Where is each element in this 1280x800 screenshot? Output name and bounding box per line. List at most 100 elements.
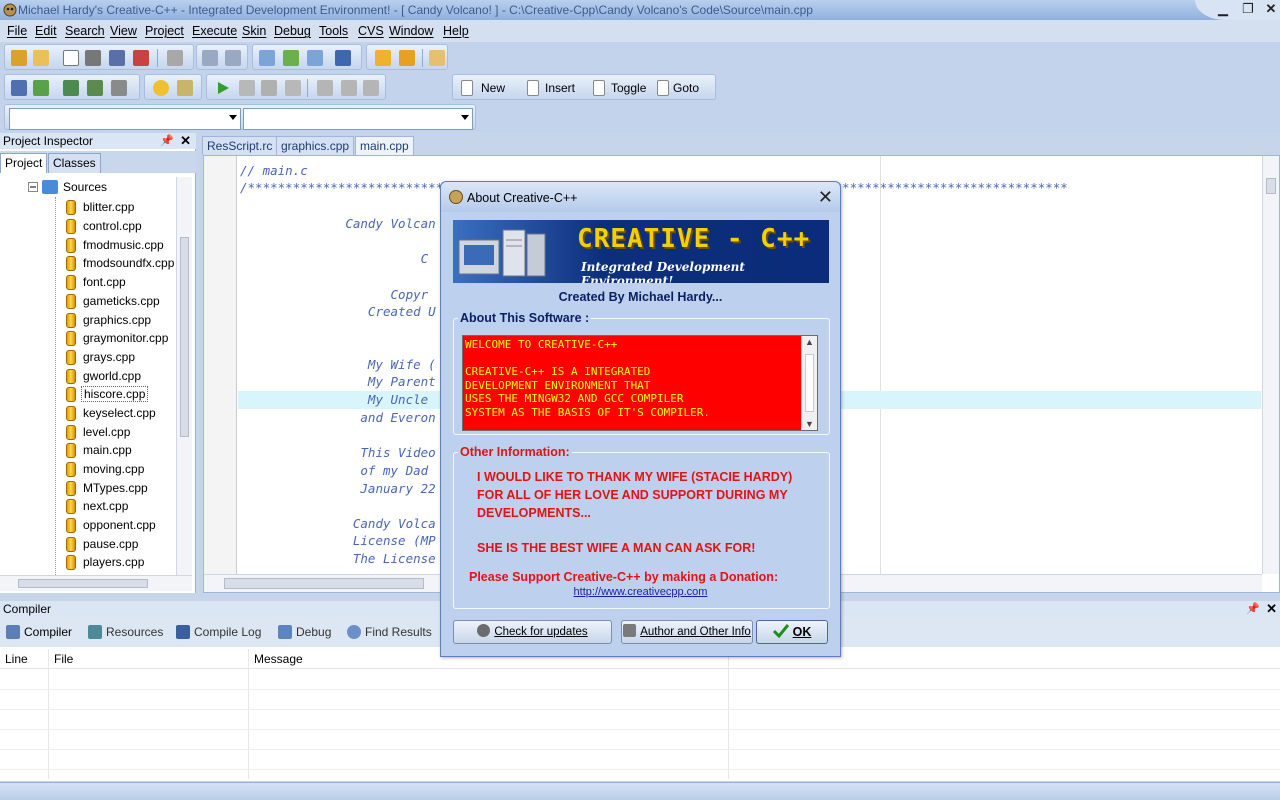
tree-item[interactable]: players.cpp (83, 555, 144, 569)
tree-root-sources[interactable]: Sources (63, 180, 107, 194)
save-icon[interactable] (85, 50, 101, 66)
scroll-thumb[interactable] (224, 578, 424, 589)
tab-project[interactable]: Project (0, 153, 48, 173)
menu-debug[interactable]: Debug (274, 24, 311, 38)
pause-icon[interactable] (239, 80, 255, 96)
tree-item[interactable]: opponent.cpp (83, 518, 156, 532)
goto-line-icon[interactable] (335, 50, 351, 66)
scroll-thumb[interactable] (805, 354, 814, 412)
tree-item[interactable]: level.cpp (83, 425, 130, 439)
tree-item[interactable]: blitter.cpp (83, 200, 134, 214)
close-icon[interactable]: ✕ (818, 187, 833, 208)
indent-icon[interactable] (317, 80, 333, 96)
about-textbox[interactable]: WELCOME TO CREATIVE-C++ CREATIVE-C++ IS … (462, 335, 818, 431)
scroll-thumb[interactable] (18, 579, 148, 588)
run-icon[interactable] (33, 80, 49, 96)
new-file-icon[interactable] (63, 50, 79, 66)
compile-run-icon[interactable] (63, 80, 79, 96)
clean-icon[interactable] (111, 80, 127, 96)
collapse-icon[interactable] (28, 182, 38, 192)
tab-compile-log[interactable]: Compile Log (176, 625, 261, 639)
close-icon[interactable]: ✕ (180, 133, 191, 149)
tab-find-results[interactable]: Find Results (347, 625, 432, 639)
close-file-icon[interactable] (133, 50, 149, 66)
tree-item[interactable]: graymonitor.cpp (83, 331, 168, 345)
tab-compiler[interactable]: Compiler (6, 625, 72, 639)
compile-icon[interactable] (11, 80, 27, 96)
menu-help[interactable]: Help (443, 24, 469, 38)
print-icon[interactable] (167, 50, 183, 66)
column-line[interactable]: Line (5, 652, 28, 666)
step-icon[interactable] (285, 80, 301, 96)
tab-debug[interactable]: Debug (278, 625, 331, 639)
menu-cvs[interactable]: CVS (358, 24, 384, 38)
tree-item[interactable]: keyselect.cpp (83, 406, 156, 420)
replace-icon[interactable] (283, 50, 299, 66)
inspector-horizontal-scrollbar[interactable] (0, 575, 192, 591)
new-button[interactable]: New (481, 81, 505, 95)
tree-item[interactable]: pause.cpp (83, 537, 138, 551)
open-folder-icon[interactable] (33, 50, 49, 66)
tab-classes[interactable]: Classes (48, 153, 101, 173)
menu-window[interactable]: Window (389, 24, 433, 38)
tree-item[interactable]: main.cpp (83, 443, 132, 457)
editor-vertical-scrollbar[interactable] (1262, 156, 1279, 574)
menu-edit[interactable]: Edit (35, 24, 57, 38)
tree-item[interactable]: font.cpp (83, 275, 126, 289)
inspector-vertical-scrollbar[interactable] (176, 177, 192, 577)
member-combo[interactable] (243, 108, 473, 130)
insert-button[interactable]: Insert (545, 81, 575, 95)
tab-resources[interactable]: Resources (88, 625, 163, 639)
column-file[interactable]: File (54, 652, 73, 666)
menu-execute[interactable]: Execute (192, 24, 237, 38)
tree-item[interactable]: control.cpp (83, 219, 142, 233)
chevron-down-icon[interactable]: ▼ (805, 419, 814, 429)
menu-skin[interactable]: Skin (242, 24, 266, 38)
find-icon[interactable] (259, 50, 275, 66)
class-combo[interactable] (9, 108, 241, 130)
chevron-up-icon[interactable]: ▲ (805, 337, 814, 347)
help-icon[interactable] (153, 80, 169, 96)
tree-item[interactable]: next.cpp (83, 499, 128, 513)
column-message[interactable]: Message (254, 652, 303, 666)
about-icon[interactable] (177, 80, 193, 96)
tree-item[interactable]: gameticks.cpp (83, 294, 160, 308)
scroll-thumb[interactable] (180, 237, 189, 437)
tree-item[interactable]: fmodsoundfx.cpp (83, 256, 174, 270)
tree-item[interactable]: grays.cpp (83, 350, 135, 364)
menu-tools[interactable]: Tools (319, 24, 348, 38)
project-options-icon[interactable] (429, 50, 445, 66)
menu-search[interactable]: Search (65, 24, 105, 38)
tree-item[interactable]: MTypes.cpp (83, 481, 148, 495)
comment-icon[interactable] (363, 80, 379, 96)
tab-graphics[interactable]: graphics.cpp (276, 136, 355, 155)
check-updates-button[interactable]: Check for updates (453, 620, 612, 644)
tree-item[interactable]: fmodmusic.cpp (83, 238, 164, 252)
tree-item[interactable]: graphics.cpp (83, 313, 151, 327)
tree-item[interactable]: moving.cpp (83, 462, 144, 476)
author-info-button[interactable]: Author and Other Info (621, 620, 753, 644)
redo-icon[interactable] (225, 50, 241, 66)
restore-icon[interactable]: ❐ (1239, 2, 1257, 16)
minimize-icon[interactable]: ▁ (1214, 2, 1232, 16)
ok-button[interactable]: OK (756, 620, 828, 644)
tab-main[interactable]: main.cpp (355, 136, 414, 155)
goto-button[interactable]: Goto (673, 81, 699, 95)
unindent-icon[interactable] (341, 80, 357, 96)
stop-icon[interactable] (261, 80, 277, 96)
website-link[interactable]: http://www.creativecpp.com (441, 586, 840, 598)
close-window-icon[interactable]: ✕ (1262, 2, 1280, 16)
tree-item-selected[interactable]: hiscore.cpp (81, 386, 149, 402)
remove-from-project-icon[interactable] (399, 50, 415, 66)
tab-resscript[interactable]: ResScript.rc (202, 136, 278, 155)
debug-play-icon[interactable] (215, 80, 231, 96)
find-next-icon[interactable] (307, 50, 323, 66)
rebuild-icon[interactable] (87, 80, 103, 96)
save-all-icon[interactable] (109, 50, 125, 66)
tree-item[interactable]: gworld.cpp (83, 369, 141, 383)
add-to-project-icon[interactable] (375, 50, 391, 66)
menu-file[interactable]: File (7, 24, 27, 38)
textbox-scrollbar[interactable]: ▲ ▼ (801, 336, 817, 430)
pin-icon[interactable]: 📌 (160, 133, 174, 149)
menu-project[interactable]: Project (145, 24, 184, 38)
